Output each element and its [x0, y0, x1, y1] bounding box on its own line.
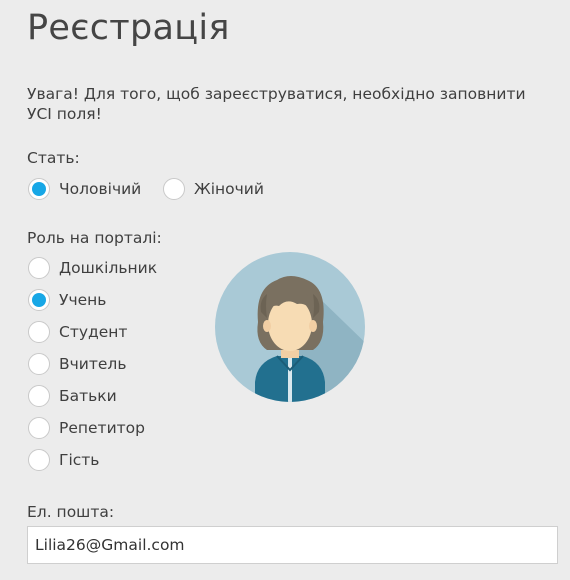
radio-preschooler[interactable] [28, 257, 50, 279]
role-student-label: Студент [59, 323, 128, 341]
required-fields-notice: Увага! Для того, щоб зареєструватися, не… [27, 85, 526, 123]
radio-male[interactable] [28, 178, 50, 200]
role-option-parents[interactable]: Батьки [28, 383, 117, 409]
radio-teacher[interactable] [28, 353, 50, 375]
role-option-pupil[interactable]: Учень [28, 287, 106, 313]
role-option-tutor[interactable]: Репетитор [28, 415, 145, 441]
role-teacher-label: Вчитель [59, 355, 127, 373]
role-guest-label: Гість [59, 451, 100, 469]
user-avatar-boy-icon [215, 252, 365, 402]
email-label: Ел. пошта: [27, 503, 115, 521]
radio-parents[interactable] [28, 385, 50, 407]
role-option-guest[interactable]: Гість [28, 447, 99, 473]
role-tutor-label: Репетитор [59, 419, 146, 437]
email-input[interactable] [27, 526, 558, 564]
role-label: Роль на порталі: [27, 229, 162, 247]
role-option-preschooler[interactable]: Дошкільник [28, 255, 157, 281]
gender-option-female[interactable]: Жіночий [163, 176, 264, 202]
radio-tutor[interactable] [28, 417, 50, 439]
gender-male-label: Чоловічий [59, 180, 142, 198]
radio-guest[interactable] [28, 449, 50, 471]
role-parents-label: Батьки [59, 387, 117, 405]
radio-student[interactable] [28, 321, 50, 343]
radio-pupil[interactable] [28, 289, 50, 311]
radio-female[interactable] [163, 178, 185, 200]
gender-option-male[interactable]: Чоловічий [28, 176, 141, 202]
gender-label: Стать: [27, 149, 80, 167]
page-title: Реєстрація [27, 8, 230, 48]
role-pupil-label: Учень [59, 291, 107, 309]
role-preschooler-label: Дошкільник [59, 259, 158, 277]
role-option-teacher[interactable]: Вчитель [28, 351, 126, 377]
role-option-student[interactable]: Студент [28, 319, 127, 345]
gender-female-label: Жіночий [194, 180, 264, 198]
